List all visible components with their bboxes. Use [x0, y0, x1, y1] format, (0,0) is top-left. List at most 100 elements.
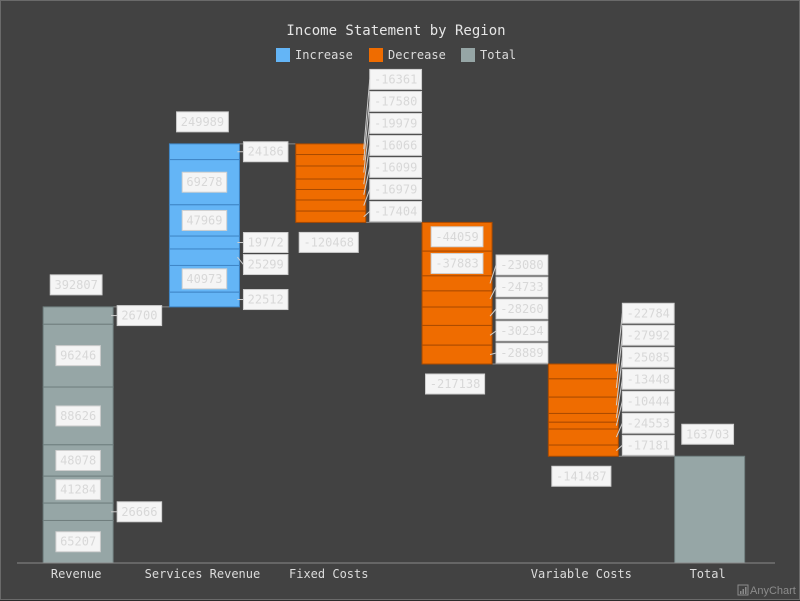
legend-item-increase[interactable]: Increase [276, 48, 353, 62]
bar-segment [421, 275, 493, 292]
data-label-text: -19979 [374, 116, 417, 130]
segment-label: -16066 [369, 134, 423, 156]
bar-segment [547, 378, 619, 398]
segment-label: -17580 [369, 90, 423, 112]
bar-segment [295, 178, 367, 190]
segment-label: 40973 [181, 268, 228, 290]
data-label-text: -16066 [374, 138, 417, 152]
data-labels: 392807 96246 88626 48078 41284 65207 26700 2666… [49, 68, 735, 553]
legend-swatch-total [461, 48, 475, 62]
segment-label: -25085 [621, 346, 675, 368]
waterfall-chart: Income Statement by Region Increase Decr… [17, 23, 796, 597]
data-label-text: -17404 [374, 204, 417, 218]
data-label-text: 249989 [181, 115, 224, 129]
data-label-text: 88626 [60, 409, 96, 423]
segment-label: 48078 [55, 449, 101, 471]
total-label: -141487 [551, 465, 612, 487]
credit-text: AnyChart [750, 585, 796, 597]
chart-container: Income Statement by Region Increase Decr… [0, 0, 800, 600]
segment-label: -16099 [369, 156, 423, 178]
segment-label: -28889 [495, 342, 549, 364]
data-label-text: 69278 [186, 175, 222, 189]
data-label-text: 392807 [54, 278, 97, 292]
segment-label: 25299 [242, 254, 289, 276]
data-label-text: -37883 [435, 256, 478, 270]
legend-label-total: Total [480, 48, 516, 62]
data-label-text: -10444 [627, 394, 670, 408]
data-label-text: 47969 [186, 213, 222, 227]
bar-segment [168, 291, 240, 308]
data-label-text: 163703 [686, 427, 729, 441]
bar-segment [295, 199, 367, 212]
data-label-text: -30234 [500, 324, 543, 338]
bar-segment [421, 324, 493, 346]
data-label-text: 96246 [60, 349, 96, 363]
segment-label: 88626 [55, 405, 101, 427]
data-label-text: 41284 [60, 483, 96, 497]
data-label-text: -24553 [627, 416, 670, 430]
data-label-text: -25085 [627, 350, 670, 364]
segment-label: 96246 [55, 345, 101, 367]
segment-label: 41284 [55, 479, 101, 501]
segment-label: -17181 [621, 434, 675, 456]
segment-label: -16361 [369, 68, 423, 90]
segment-label: 22512 [242, 289, 289, 311]
data-label-text: 24186 [248, 145, 284, 159]
bar-segment [421, 344, 493, 365]
data-label-text: -24733 [500, 280, 543, 294]
segment-label: 26700 [116, 305, 163, 327]
bar-segment [295, 154, 367, 167]
segment-label: -19979 [369, 112, 423, 134]
data-label-text: 19772 [248, 236, 284, 250]
bar-segment [547, 396, 619, 414]
bar-segment [674, 455, 746, 564]
data-label-text: 48078 [60, 453, 96, 467]
bar-segment [295, 165, 367, 180]
data-label-text: -217138 [430, 377, 481, 391]
x-axis-labels: Revenue Services Revenue Fixed Costs Variab… [51, 567, 726, 581]
segment-label: -23080 [495, 254, 549, 276]
bar-segment [547, 421, 619, 430]
data-label-text: 22512 [248, 293, 284, 307]
data-label-text: -44059 [435, 230, 478, 244]
bar-segment [295, 188, 367, 201]
legend-swatch-increase [276, 48, 290, 62]
legend-item-total[interactable]: Total [461, 48, 516, 62]
bar-segment [42, 306, 114, 325]
bar-segment [295, 210, 367, 223]
bar-segment [421, 306, 493, 326]
total-label: 163703 [681, 423, 735, 445]
segment-label: -30234 [495, 320, 549, 342]
data-label-text: -22784 [627, 306, 670, 320]
segment-label: 26666 [116, 501, 163, 523]
data-label-text: -17181 [627, 438, 670, 452]
bar-segment [42, 502, 114, 521]
x-tick-label: Fixed Costs [289, 567, 368, 581]
bar-segment [547, 444, 619, 457]
segment-label: 69278 [181, 171, 228, 193]
data-label-text: -28889 [500, 346, 543, 360]
bar-segment [168, 248, 240, 266]
data-label-text: -27992 [627, 328, 670, 342]
legend-item-decrease[interactable]: Decrease [369, 48, 446, 62]
x-tick-label: Services Revenue [145, 567, 261, 581]
x-tick-label: Revenue [51, 567, 102, 581]
anychart-credit[interactable]: AnyChart [737, 584, 796, 597]
segment-label: -22784 [621, 302, 675, 324]
bar-chart-icon [737, 584, 749, 596]
segment-label: -37883 [430, 252, 484, 274]
legend-label-decrease: Decrease [388, 48, 446, 62]
legend-swatch-decrease [369, 48, 383, 62]
data-label-text: -120468 [303, 235, 354, 249]
legend: Increase Decrease Total [276, 48, 516, 62]
segment-label: -24553 [621, 412, 675, 434]
segment-label: 24186 [242, 141, 289, 163]
chart-title: Income Statement by Region [286, 23, 505, 39]
bar-segment [547, 428, 619, 446]
segment-label: -28260 [495, 298, 549, 320]
data-label-text: 26700 [121, 309, 157, 323]
segment-label: -17404 [369, 200, 423, 222]
bar-segment [168, 143, 240, 161]
total-label: 392807 [49, 274, 103, 296]
x-tick-label: Total [690, 567, 726, 581]
